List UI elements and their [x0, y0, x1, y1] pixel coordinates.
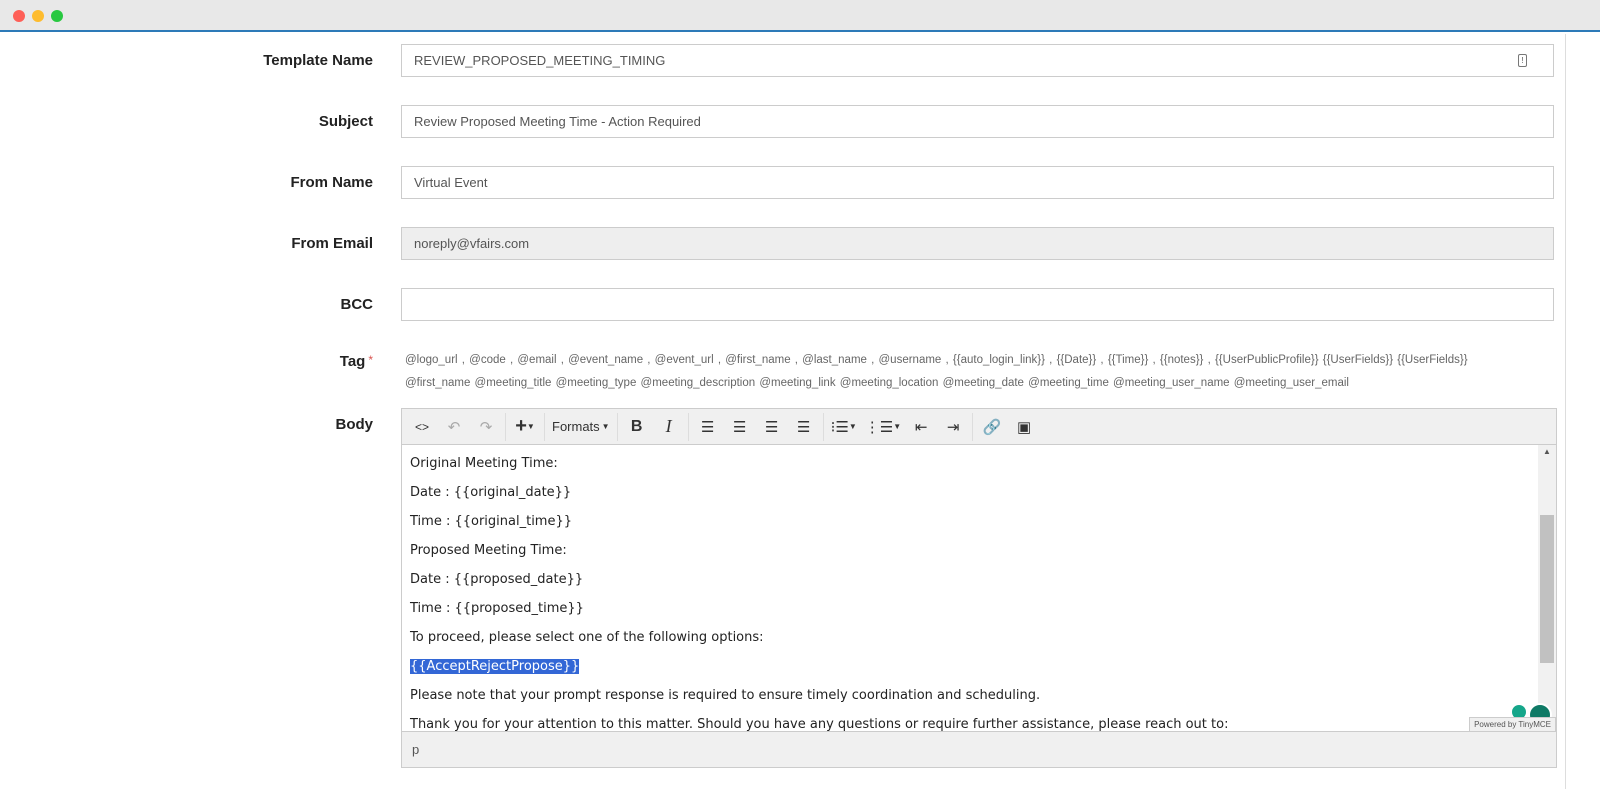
body-line: Proposed Meeting Time:	[410, 543, 567, 558]
outdent-icon[interactable]: ⇤	[905, 413, 937, 441]
undo-icon[interactable]: ↶	[438, 413, 470, 441]
numbered-list-icon[interactable]: ⋮☰ ▼	[861, 413, 905, 441]
tag-label: Tag *	[0, 353, 373, 370]
close-window-button[interactable]	[13, 10, 25, 22]
toolbar-separator	[505, 412, 506, 441]
formats-label: Formats	[552, 419, 600, 434]
template-name-label: Template Name	[263, 52, 373, 69]
redo-icon[interactable]: ↷	[470, 413, 502, 441]
bold-icon[interactable]: B	[621, 413, 653, 441]
template-name-input[interactable]: REVIEW_PROPOSED_MEETING_TIMING!	[401, 44, 1554, 77]
toolbar-separator	[822, 412, 824, 441]
body-line: Thank you for your attention to this mat…	[410, 717, 1229, 732]
minimize-window-button[interactable]	[32, 10, 44, 22]
body-line: Date : {{original_date}}	[410, 485, 572, 500]
tag-label-text: Tag	[339, 353, 366, 370]
maximize-window-button[interactable]	[51, 10, 63, 22]
tag-list-line-1: @logo_url , @code , @email , @event_name…	[405, 354, 1468, 366]
bcc-input[interactable]	[401, 288, 1554, 321]
toolbar-separator	[544, 412, 545, 441]
from-name-input[interactable]: Virtual Event	[401, 166, 1554, 199]
align-center-icon[interactable]: ☰	[724, 413, 756, 441]
formats-dropdown[interactable]: Formats ▼	[548, 413, 614, 441]
window-titlebar	[0, 0, 1600, 32]
from-name-label: From Name	[290, 174, 373, 191]
body-line: Please note that your prompt response is…	[410, 688, 1041, 703]
bullet-list-icon[interactable]: ⁝☰ ▼	[827, 413, 861, 441]
element-path[interactable]: p	[412, 742, 419, 757]
toolbar-separator	[972, 412, 974, 441]
image-icon[interactable]: ▣	[1008, 413, 1040, 441]
body-line-selected: {{AcceptRejectPropose}}	[410, 657, 1530, 686]
link-icon[interactable]: 🔗	[976, 413, 1008, 441]
align-right-icon[interactable]: ☰	[756, 413, 788, 441]
align-justify-icon[interactable]: ☰	[788, 413, 820, 441]
editor-toolbar: <> ↶ ↷ + ▼ Formats ▼ B I ☰ ☰ ☰ ☰ ⁝☰ ▼ ⋮☰ ▼ ⇤…	[402, 409, 1556, 445]
scroll-up-icon[interactable]: ▲	[1543, 447, 1551, 456]
template-name-value: REVIEW_PROPOSED_MEETING_TIMING	[414, 53, 666, 68]
indent-icon[interactable]: ⇥	[937, 413, 969, 441]
insert-dropdown-icon[interactable]: + ▼	[509, 413, 541, 441]
powered-by-tinymce[interactable]: Powered by TinyMCE	[1469, 717, 1556, 731]
body-line: Time : {{original_time}}	[410, 514, 573, 529]
from-email-input: noreply@vfairs.com	[401, 227, 1554, 260]
selected-placeholder[interactable]: {{AcceptRejectPropose}}	[410, 659, 580, 674]
source-code-icon[interactable]: <>	[406, 413, 438, 441]
tag-list-line-2: @first_name @meeting_title @meeting_type…	[405, 377, 1349, 389]
body-line: Time : {{proposed_time}}	[410, 601, 584, 616]
from-email-label: From Email	[291, 235, 373, 252]
toolbar-separator	[687, 412, 689, 441]
italic-icon[interactable]: I	[653, 413, 685, 441]
subject-input[interactable]: Review Proposed Meeting Time - Action Re…	[401, 105, 1554, 138]
subject-label: Subject	[318, 113, 373, 130]
bcc-label: BCC	[340, 296, 374, 313]
body-line: Original Meeting Time:	[410, 456, 558, 471]
editor-content[interactable]: Original Meeting Time: Date : {{original…	[402, 445, 1538, 732]
body-line: Date : {{proposed_date}}	[410, 572, 584, 587]
align-left-icon[interactable]: ☰	[692, 413, 724, 441]
body-label: Body	[335, 416, 374, 433]
rich-text-editor: <> ↶ ↷ + ▼ Formats ▼ B I ☰ ☰ ☰ ☰ ⁝☰ ▼ ⋮☰ ▼ ⇤…	[401, 408, 1557, 768]
scrollbar-thumb[interactable]	[1540, 515, 1554, 663]
body-line: To proceed, please select one of the fol…	[410, 630, 764, 645]
editor-scrollbar[interactable]: ▲▼	[1538, 445, 1556, 732]
field-info-icon[interactable]: !	[1518, 54, 1527, 67]
editor-statusbar: p	[402, 731, 1556, 767]
toolbar-separator	[616, 412, 618, 441]
required-marker: *	[368, 353, 373, 367]
